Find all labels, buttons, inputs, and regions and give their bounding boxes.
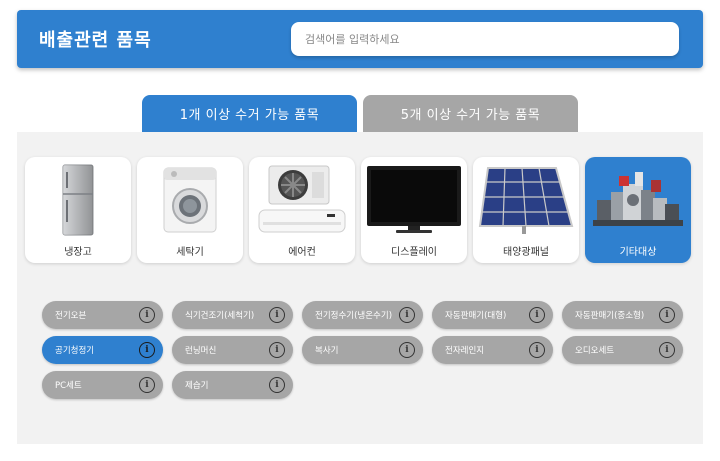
info-icon[interactable]: i — [139, 342, 155, 358]
category-label: 에어컨 — [288, 247, 316, 258]
category-card-solar[interactable]: 태양광패널 — [473, 157, 579, 263]
info-icon[interactable]: i — [659, 342, 675, 358]
chip-label: 제습기 — [185, 381, 209, 391]
chip-dish-dryer[interactable]: 식기건조기(세척기) i — [172, 301, 293, 329]
info-icon[interactable]: i — [139, 307, 155, 323]
chip-label: 전자레인지 — [445, 346, 485, 356]
category-card-aircon[interactable]: 에어컨 — [249, 157, 355, 263]
info-icon[interactable]: i — [399, 342, 415, 358]
info-icon[interactable]: i — [139, 377, 155, 393]
chip-label: 전기오븐 — [55, 311, 87, 321]
info-icon[interactable]: i — [269, 307, 285, 323]
search-input[interactable] — [291, 22, 679, 56]
chip-copier[interactable]: 복사기 i — [302, 336, 423, 364]
chip-label: 복사기 — [315, 346, 339, 356]
category-label: 기타대상 — [619, 247, 657, 258]
page-title: 배출관련 품목 — [39, 30, 152, 51]
category-card-fridge[interactable]: 냉장고 — [25, 157, 131, 263]
washing-machine-icon — [137, 163, 243, 237]
header-bar: 배출관련 품목 — [17, 10, 703, 68]
fridge-icon — [25, 163, 131, 237]
chip-label: 런닝머신 — [185, 346, 217, 356]
chip-treadmill[interactable]: 런닝머신 i — [172, 336, 293, 364]
solar-panel-icon — [473, 163, 579, 237]
info-icon[interactable]: i — [269, 342, 285, 358]
chip-vending-small[interactable]: 자동판매기(중소형) i — [562, 301, 683, 329]
info-icon[interactable]: i — [659, 307, 675, 323]
items-panel: 냉장고 세탁기 에어컨 디스플레이 태양광패널 기타대상 전기오븐 i 식기건조… — [17, 132, 703, 444]
category-card-washer[interactable]: 세탁기 — [137, 157, 243, 263]
chip-label: 오디오세트 — [575, 346, 615, 356]
category-label: 태양광패널 — [503, 247, 549, 258]
category-card-misc[interactable]: 기타대상 — [585, 157, 691, 263]
chip-audio-set[interactable]: 오디오세트 i — [562, 336, 683, 364]
chip-electric-oven[interactable]: 전기오븐 i — [42, 301, 163, 329]
category-label: 냉장고 — [64, 247, 92, 258]
category-label: 세탁기 — [176, 247, 204, 258]
chip-label: 자동판매기(중소형) — [575, 311, 645, 321]
chip-microwave[interactable]: 전자레인지 i — [432, 336, 553, 364]
info-icon[interactable]: i — [399, 307, 415, 323]
info-icon[interactable]: i — [269, 377, 285, 393]
info-icon[interactable]: i — [529, 307, 545, 323]
misc-appliances-icon — [585, 163, 691, 237]
chip-water-purifier[interactable]: 전기정수기(냉온수기) i — [302, 301, 423, 329]
tab-5-or-more[interactable]: 5개 이상 수거 가능 품목 — [363, 95, 578, 132]
category-label: 디스플레이 — [391, 247, 437, 258]
chip-vending-large[interactable]: 자동판매기(대형) i — [432, 301, 553, 329]
chip-air-purifier[interactable]: 공기청정기 i — [42, 336, 163, 364]
air-conditioner-icon — [249, 163, 355, 237]
display-icon — [361, 163, 467, 237]
chip-label: 전기정수기(냉온수기) — [315, 311, 393, 321]
chip-label: 식기건조기(세척기) — [185, 311, 255, 321]
info-icon[interactable]: i — [529, 342, 545, 358]
chip-pc-set[interactable]: PC세트 i — [42, 371, 163, 399]
chip-label: 자동판매기(대형) — [445, 311, 507, 321]
chip-label: PC세트 — [55, 381, 82, 391]
category-cards: 냉장고 세탁기 에어컨 디스플레이 태양광패널 기타대상 — [25, 157, 695, 265]
chip-dehumidifier[interactable]: 제습기 i — [172, 371, 293, 399]
chip-label: 공기청정기 — [55, 346, 95, 356]
category-card-display[interactable]: 디스플레이 — [361, 157, 467, 263]
tab-1-or-more[interactable]: 1개 이상 수거 가능 품목 — [142, 95, 357, 132]
